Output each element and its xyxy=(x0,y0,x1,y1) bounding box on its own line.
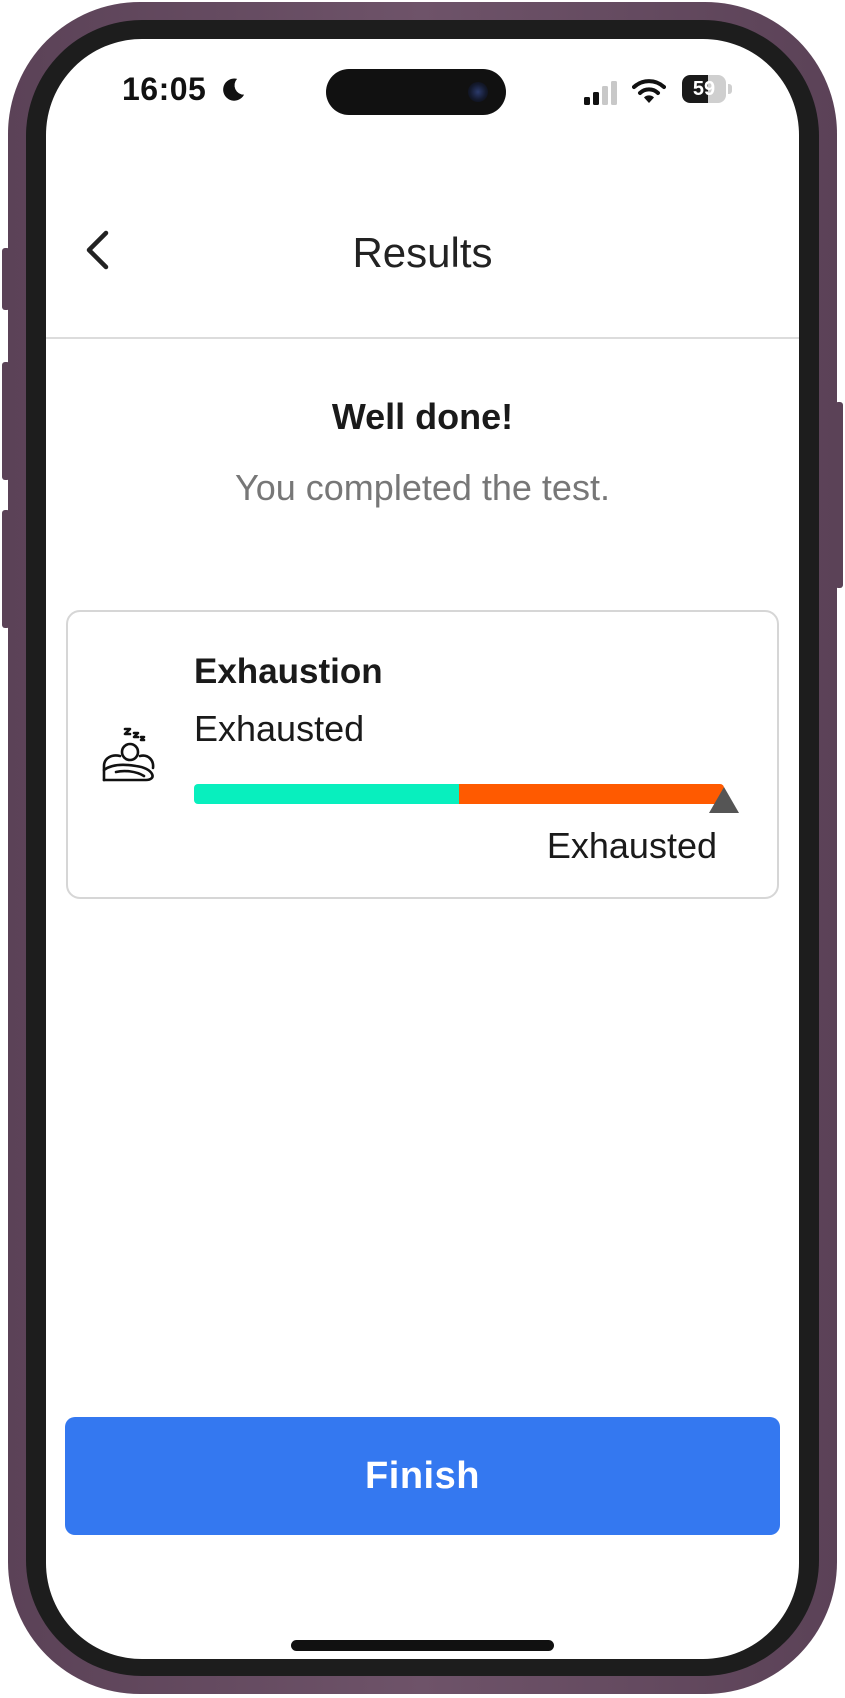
camera-icon xyxy=(468,82,488,102)
summary-heading: Well done! xyxy=(331,396,514,437)
signal-icon xyxy=(584,81,617,105)
scale-segment-green xyxy=(194,784,459,804)
summary-subheading: You completed the test. xyxy=(235,467,610,508)
phone-side-button-left-1 xyxy=(2,248,10,310)
scale-segment-orange xyxy=(459,784,724,804)
result-title: Exhaustion xyxy=(194,652,383,691)
status-time: 16:05 xyxy=(122,71,207,107)
page-title: Results xyxy=(352,229,493,276)
phone-side-button-left-3 xyxy=(2,510,10,628)
scale-marker-icon xyxy=(709,787,739,813)
dynamic-island xyxy=(326,69,506,115)
sleeping-person-icon xyxy=(102,727,155,782)
phone-side-button-right xyxy=(835,402,843,588)
moon-icon xyxy=(223,78,245,101)
result-card: Exhaustion Exhausted Exhausted xyxy=(66,610,779,899)
scale-marker-label: Exhausted xyxy=(546,825,717,866)
phone-side-button-left-2 xyxy=(2,362,10,480)
result-value: Exhausted xyxy=(194,708,365,749)
phone-screen: 16:05 59 Results Well done! You complete… xyxy=(46,39,799,1659)
home-indicator[interactable] xyxy=(291,1640,554,1651)
result-scale-bar xyxy=(194,784,724,804)
battery-icon: 59 xyxy=(682,75,732,103)
wifi-icon xyxy=(632,79,666,103)
nav-header: Results xyxy=(46,149,799,339)
finish-button[interactable]: Finish xyxy=(65,1417,780,1535)
battery-percentage: 59 xyxy=(692,78,716,100)
